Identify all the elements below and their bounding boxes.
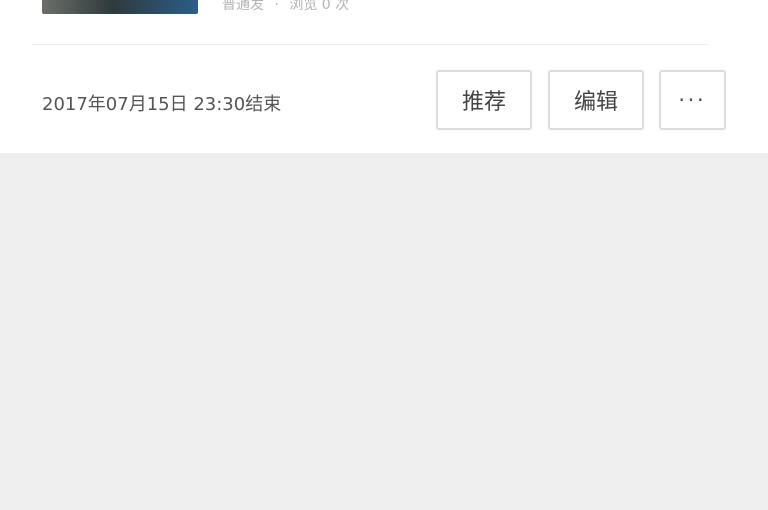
edit-button[interactable]: 编辑	[548, 70, 644, 130]
meta-right: 浏览 0 次	[289, 0, 350, 13]
more-icon: ···	[678, 88, 707, 112]
end-time-text: 2017年07月15日 23:30结束	[42, 94, 282, 115]
post-meta: 普通发 · 浏览 0 次	[222, 0, 355, 14]
meta-left: 普通发	[222, 0, 264, 13]
promote-label: 推荐	[461, 90, 506, 115]
post-thumbnail[interactable]	[42, 0, 198, 14]
meta-separator: ·	[274, 0, 279, 13]
divider	[32, 44, 708, 45]
post-card: 普通发 · 浏览 0 次 2017年07月15日 23:30结束 推荐 编辑 ·…	[0, 0, 768, 153]
more-button[interactable]: ···	[659, 70, 726, 130]
promote-button[interactable]: 推荐	[436, 70, 532, 130]
edit-label: 编辑	[573, 90, 618, 115]
